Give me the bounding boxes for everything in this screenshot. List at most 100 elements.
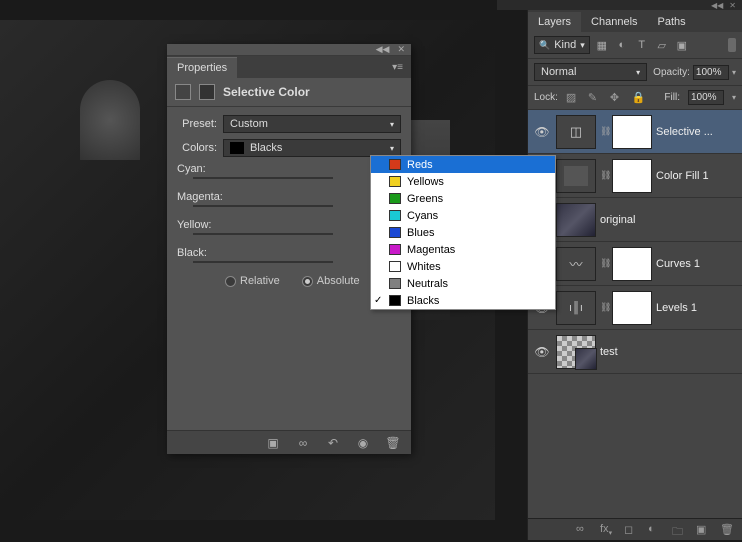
blend-mode-value: Normal	[541, 66, 576, 78]
color-swatch-icon	[389, 295, 401, 306]
color-swatch-icon	[389, 244, 401, 255]
lock-position-icon[interactable]: ✥	[610, 91, 624, 105]
colors-dropdown[interactable]: RedsYellowsGreensCyansBluesMagentasWhite…	[370, 155, 556, 310]
layer-row[interactable]: 👁 ◫ ⛓ Selective ...	[528, 110, 742, 154]
chevron-down-icon: ▾	[580, 40, 585, 51]
kind-filter-select[interactable]: 🔍 Kind ▾	[534, 36, 590, 54]
layer-mask-thumbnail[interactable]	[612, 115, 652, 149]
visibility-toggle[interactable]: 👁	[532, 125, 552, 139]
dropdown-item-label: Blacks	[407, 295, 439, 307]
dropdown-item[interactable]: Reds	[371, 156, 555, 173]
layer-thumbnail[interactable]: ◫	[556, 115, 596, 149]
chevron-down-icon: ▾	[390, 144, 394, 153]
filter-toggle[interactable]	[728, 38, 736, 52]
lock-image-icon[interactable]: ✎	[588, 91, 602, 105]
tab-layers[interactable]: Layers	[528, 12, 581, 32]
link-icon[interactable]: ∞	[576, 523, 590, 537]
mask-icon[interactable]: ◻	[624, 523, 638, 537]
layers-tabs: Layers Channels Paths	[528, 10, 742, 32]
dropdown-item[interactable]: Blues	[371, 224, 555, 241]
cyan-label: Cyan:	[177, 163, 401, 175]
lock-transparent-icon[interactable]: ▨	[566, 91, 580, 105]
link-icon[interactable]: ⛓	[600, 258, 608, 269]
opacity-label: Opacity:	[653, 67, 690, 78]
layer-thumbnail[interactable]	[556, 203, 596, 237]
adjustment-icon[interactable]: ◐	[648, 523, 662, 537]
layer-thumbnail[interactable]	[556, 335, 596, 369]
layer-row[interactable]: ⛓ Color Fill 1	[528, 154, 742, 198]
yellow-slider[interactable]	[193, 233, 333, 235]
chevron-down-icon[interactable]: ▾	[732, 93, 736, 102]
dropdown-item[interactable]: Whites	[371, 258, 555, 275]
smart-filter-icon[interactable]: ▣	[674, 37, 690, 53]
delete-icon[interactable]: 🗑	[720, 523, 734, 537]
group-icon[interactable]: 🗀	[672, 523, 686, 537]
link-icon[interactable]: ∞	[295, 435, 311, 451]
layer-row[interactable]: 👁original	[528, 198, 742, 242]
color-swatch-icon	[389, 278, 401, 289]
layer-row[interactable]: 👁〰⛓Curves 1	[528, 242, 742, 286]
collapse-icon[interactable]: ◀◀	[376, 44, 390, 55]
link-icon[interactable]: ⛓	[600, 302, 608, 313]
reset-icon[interactable]: ↶	[325, 435, 341, 451]
image-filter-icon[interactable]: ▦	[594, 37, 610, 53]
preset-select[interactable]: Custom ▾	[223, 115, 401, 133]
visibility-icon[interactable]: ◉	[355, 435, 371, 451]
visibility-toggle[interactable]: 👁	[532, 345, 552, 359]
clip-icon[interactable]: ▣	[265, 435, 281, 451]
delete-icon[interactable]: 🗑	[385, 435, 401, 451]
layer-name[interactable]: Curves 1	[656, 258, 738, 270]
new-layer-icon[interactable]: ▣	[696, 523, 710, 537]
layer-mask-thumbnail[interactable]	[612, 159, 652, 193]
dropdown-item[interactable]: Cyans	[371, 207, 555, 224]
fx-icon[interactable]: fx▾	[600, 523, 614, 537]
lock-all-icon[interactable]: 🔒	[632, 91, 646, 105]
layer-stack[interactable]: 👁 ◫ ⛓ Selective ... ⛓ Color Fill 1 👁original 👁 〰…	[528, 110, 742, 374]
layer-name[interactable]: test	[600, 346, 738, 358]
adjustment-filter-icon[interactable]: ◐	[614, 37, 630, 53]
relative-radio[interactable]	[225, 276, 236, 287]
adjustment-header: Selective Color	[167, 78, 411, 107]
link-icon[interactable]: ⛓	[600, 170, 608, 181]
layer-mask-thumbnail[interactable]	[612, 291, 652, 325]
magenta-slider[interactable]	[193, 205, 333, 207]
type-filter-icon[interactable]: T	[634, 37, 650, 53]
layer-name[interactable]: Color Fill 1	[656, 170, 738, 182]
layers-footer: ∞ fx▾ ◻ ◐ 🗀 ▣ 🗑	[528, 518, 742, 540]
collapse-icon[interactable]: ◀◀	[711, 1, 723, 9]
lock-label: Lock:	[534, 92, 558, 103]
opacity-field[interactable]	[693, 65, 729, 80]
layer-name[interactable]: original	[600, 214, 738, 226]
panel-menu-icon[interactable]: ▾≡	[392, 62, 403, 73]
fill-field[interactable]	[688, 90, 724, 105]
layer-thumbnail[interactable]: ı║ı	[556, 291, 596, 325]
shape-filter-icon[interactable]: ▱	[654, 37, 670, 53]
adjustment-title: Selective Color	[223, 85, 310, 99]
dropdown-item[interactable]: Greens	[371, 190, 555, 207]
layer-row[interactable]: 👁ı║ı⛓Levels 1	[528, 286, 742, 330]
dropdown-item[interactable]: ✓Blacks	[371, 292, 555, 309]
close-icon[interactable]: ✕	[729, 1, 736, 9]
properties-tab[interactable]: Properties	[167, 57, 237, 78]
layer-thumbnail[interactable]: 〰	[556, 247, 596, 281]
properties-tabs: Properties ▾≡	[167, 56, 411, 78]
absolute-radio[interactable]	[302, 276, 313, 287]
blend-mode-select[interactable]: Normal ▾	[534, 63, 647, 81]
layer-name[interactable]: Selective ...	[656, 126, 738, 138]
close-icon[interactable]: ✕	[397, 44, 405, 55]
tab-channels[interactable]: Channels	[581, 12, 647, 32]
dropdown-item[interactable]: Magentas	[371, 241, 555, 258]
layer-mask-thumbnail[interactable]	[612, 247, 652, 281]
link-icon[interactable]: ⛓	[600, 126, 608, 137]
cyan-slider[interactable]	[193, 177, 333, 179]
fill-label: Fill:	[664, 92, 680, 103]
tab-paths[interactable]: Paths	[648, 12, 696, 32]
black-slider[interactable]	[193, 261, 333, 263]
dropdown-item[interactable]: Yellows	[371, 173, 555, 190]
layer-row[interactable]: 👁 test	[528, 330, 742, 374]
layer-name[interactable]: Levels 1	[656, 302, 738, 314]
layer-thumbnail[interactable]	[556, 159, 596, 193]
chevron-down-icon[interactable]: ▾	[732, 68, 736, 77]
dropdown-item[interactable]: Neutrals	[371, 275, 555, 292]
blend-row: Normal ▾ Opacity: ▾	[528, 59, 742, 86]
